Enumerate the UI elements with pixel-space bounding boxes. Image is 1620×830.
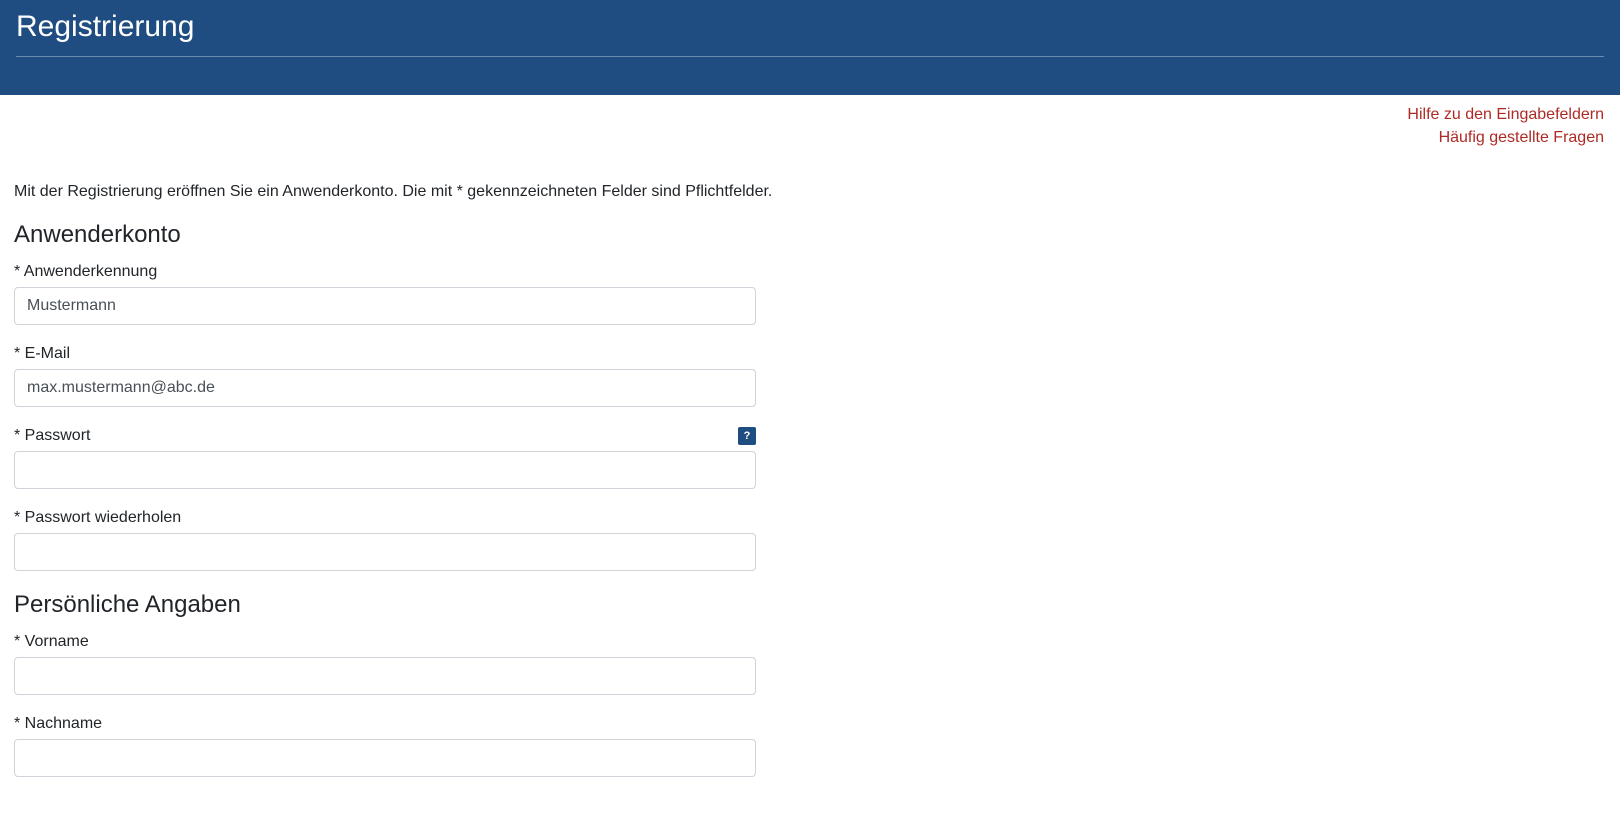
page-header: Registrierung <box>0 0 1620 95</box>
row-lastname: * Nachname <box>14 715 756 777</box>
header-divider <box>16 56 1604 57</box>
input-firstname[interactable] <box>14 657 756 695</box>
label-password-repeat: * Passwort wiederholen <box>14 509 756 527</box>
row-password-repeat: * Passwort wiederholen <box>14 509 756 571</box>
row-firstname: * Vorname <box>14 633 756 695</box>
help-links-block: Hilfe zu den Eingabefeldern Häufig geste… <box>0 95 1620 149</box>
main-content: Mit der Registrierung eröffnen Sie ein A… <box>0 183 1620 777</box>
label-email: * E-Mail <box>14 345 756 363</box>
row-password: * Passwort ? <box>14 427 756 489</box>
label-password-repeat-text: * Passwort wiederholen <box>14 509 181 527</box>
help-link-fields[interactable]: Hilfe zu den Eingabefeldern <box>1407 106 1604 123</box>
intro-text: Mit der Registrierung eröffnen Sie ein A… <box>14 183 1606 201</box>
label-firstname-text: * Vorname <box>14 633 89 651</box>
input-username[interactable] <box>14 287 756 325</box>
section-title-personal: Persönliche Angaben <box>14 591 1606 619</box>
input-email[interactable] <box>14 369 756 407</box>
input-lastname[interactable] <box>14 739 756 777</box>
row-username: * Anwenderkennung <box>14 263 756 325</box>
label-lastname: * Nachname <box>14 715 756 733</box>
label-lastname-text: * Nachname <box>14 715 102 733</box>
row-email: * E-Mail <box>14 345 756 407</box>
label-username: * Anwenderkennung <box>14 263 756 281</box>
label-username-text: * Anwenderkennung <box>14 263 157 281</box>
input-password-repeat[interactable] <box>14 533 756 571</box>
help-icon[interactable]: ? <box>738 427 756 445</box>
help-link-faq[interactable]: Häufig gestellte Fragen <box>1439 129 1604 146</box>
label-email-text: * E-Mail <box>14 345 70 363</box>
input-password[interactable] <box>14 451 756 489</box>
label-password-text: * Passwort <box>14 427 90 445</box>
section-title-account: Anwenderkonto <box>14 221 1606 249</box>
label-firstname: * Vorname <box>14 633 756 651</box>
page-title: Registrierung <box>16 2 1604 56</box>
label-password: * Passwort ? <box>14 427 756 445</box>
